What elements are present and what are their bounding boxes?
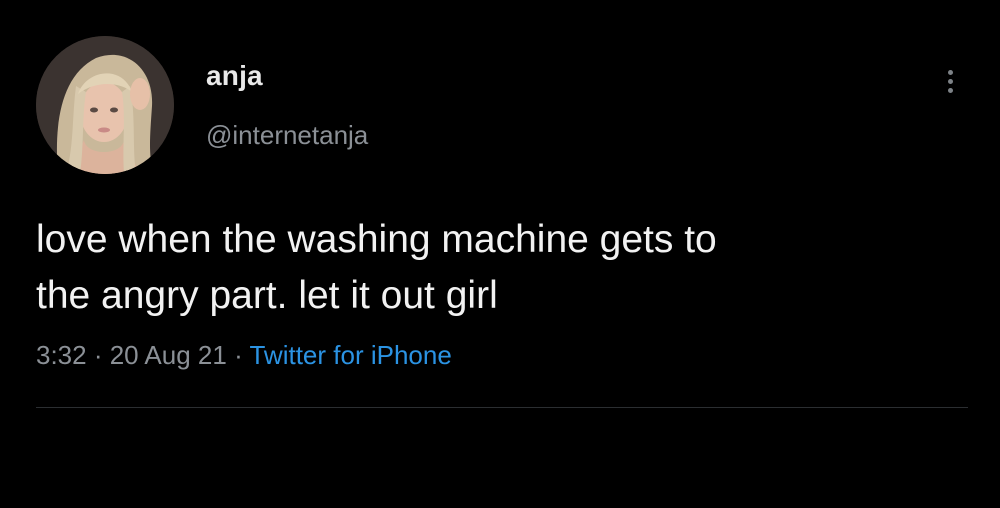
menu-dot — [948, 79, 953, 84]
tweet-card: anja @internetanja love when the washing… — [0, 0, 1000, 508]
meta-separator: · — [86, 340, 110, 370]
avatar[interactable] — [36, 36, 174, 174]
menu-dot — [948, 70, 953, 75]
divider — [36, 407, 968, 408]
tweet-metadata: 3:32 · 20 Aug 21 · Twitter for iPhone — [36, 340, 452, 371]
more-vertical-icon[interactable] — [930, 62, 970, 102]
tweet-text-line: love when the washing machine gets to — [36, 218, 717, 261]
user-handle[interactable]: @internetanja — [206, 120, 368, 151]
tweet-time[interactable]: 3:32 — [36, 340, 87, 370]
tweet-text-line: the angry part. let it out girl — [36, 274, 498, 317]
profile-photo-icon — [36, 36, 174, 174]
menu-dot — [948, 88, 953, 93]
tweet-source-link[interactable]: Twitter for iPhone — [249, 340, 451, 370]
display-name[interactable]: anja — [206, 60, 263, 92]
tweet-text: love when the washing machine gets to th… — [36, 212, 966, 324]
meta-separator: · — [226, 340, 250, 370]
tweet-date[interactable]: 20 Aug 21 — [110, 340, 227, 370]
